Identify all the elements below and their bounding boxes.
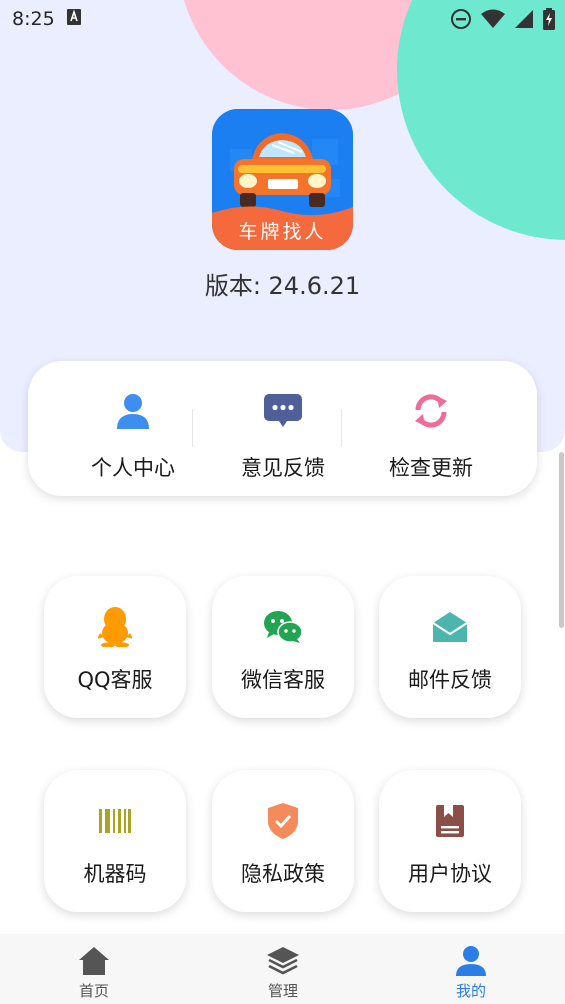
mail-open-icon bbox=[429, 606, 471, 648]
refresh-icon bbox=[411, 391, 451, 431]
nav-label: 首页 bbox=[78, 982, 109, 1000]
tile-user-agreement[interactable]: 用户协议 bbox=[379, 770, 521, 912]
quick-item-label: 意见反馈 bbox=[241, 456, 325, 480]
version-label: 版本: 24.6.21 bbox=[204, 272, 361, 300]
status-bar: 8:25 bbox=[0, 0, 565, 38]
nav-label: 我的 bbox=[455, 982, 486, 1000]
quick-item-label: 检查更新 bbox=[389, 456, 473, 480]
tile-label: 邮件反馈 bbox=[408, 668, 492, 692]
qq-penguin-icon bbox=[94, 606, 136, 648]
logo-text: 车牌找人 bbox=[238, 221, 327, 243]
quick-item-check-update[interactable]: 检查更新 bbox=[356, 361, 506, 496]
quick-item-label: 个人中心 bbox=[91, 456, 175, 480]
quick-item-profile-center[interactable]: 个人中心 bbox=[58, 361, 208, 496]
tile-label: 微信客服 bbox=[241, 668, 325, 692]
profile-icon bbox=[454, 944, 488, 978]
app-logo: 车牌找人 bbox=[212, 109, 353, 250]
status-icons bbox=[450, 8, 555, 34]
tile-wechat-service[interactable]: 微信客服 bbox=[212, 576, 354, 718]
shield-check-icon bbox=[262, 800, 304, 842]
layers-icon bbox=[266, 944, 300, 978]
chat-bubble-icon bbox=[263, 391, 303, 431]
do-not-disturb-icon bbox=[450, 8, 472, 34]
tile-label: 用户协议 bbox=[408, 862, 492, 886]
cellular-signal-icon bbox=[514, 9, 534, 33]
quick-item-feedback[interactable]: 意见反馈 bbox=[208, 361, 358, 496]
person-icon bbox=[113, 391, 153, 431]
tile-label: 隐私政策 bbox=[241, 862, 325, 886]
nav-item-manage[interactable]: 管理 bbox=[223, 934, 343, 1004]
tile-email-feedback[interactable]: 邮件反馈 bbox=[379, 576, 521, 718]
tile-privacy-policy[interactable]: 隐私政策 bbox=[212, 770, 354, 912]
scrollbar[interactable] bbox=[559, 452, 564, 628]
tile-label: 机器码 bbox=[83, 862, 147, 886]
divider bbox=[192, 409, 193, 447]
nav-item-home[interactable]: 首页 bbox=[34, 934, 154, 1004]
status-time: 8:25 bbox=[12, 8, 55, 30]
nav-label: 管理 bbox=[267, 982, 298, 1000]
tile-qq-service[interactable]: QQ客服 bbox=[44, 576, 186, 718]
home-icon bbox=[77, 944, 111, 978]
quick-actions-card: 个人中心 意见反馈 检查更新 bbox=[28, 361, 537, 496]
nav-item-mine[interactable]: 我的 bbox=[411, 934, 531, 1004]
wifi-icon bbox=[481, 9, 505, 33]
tile-machine-code[interactable]: 机器码 bbox=[44, 770, 186, 912]
wechat-icon bbox=[262, 606, 304, 648]
bottom-navigation: 首页 管理 我的 bbox=[0, 934, 565, 1004]
battery-icon bbox=[543, 8, 555, 34]
barcode-icon bbox=[94, 800, 136, 842]
accessibility-notification-icon bbox=[66, 9, 81, 29]
divider bbox=[341, 409, 342, 447]
agreement-book-icon bbox=[429, 800, 471, 842]
tile-label: QQ客服 bbox=[77, 668, 153, 692]
